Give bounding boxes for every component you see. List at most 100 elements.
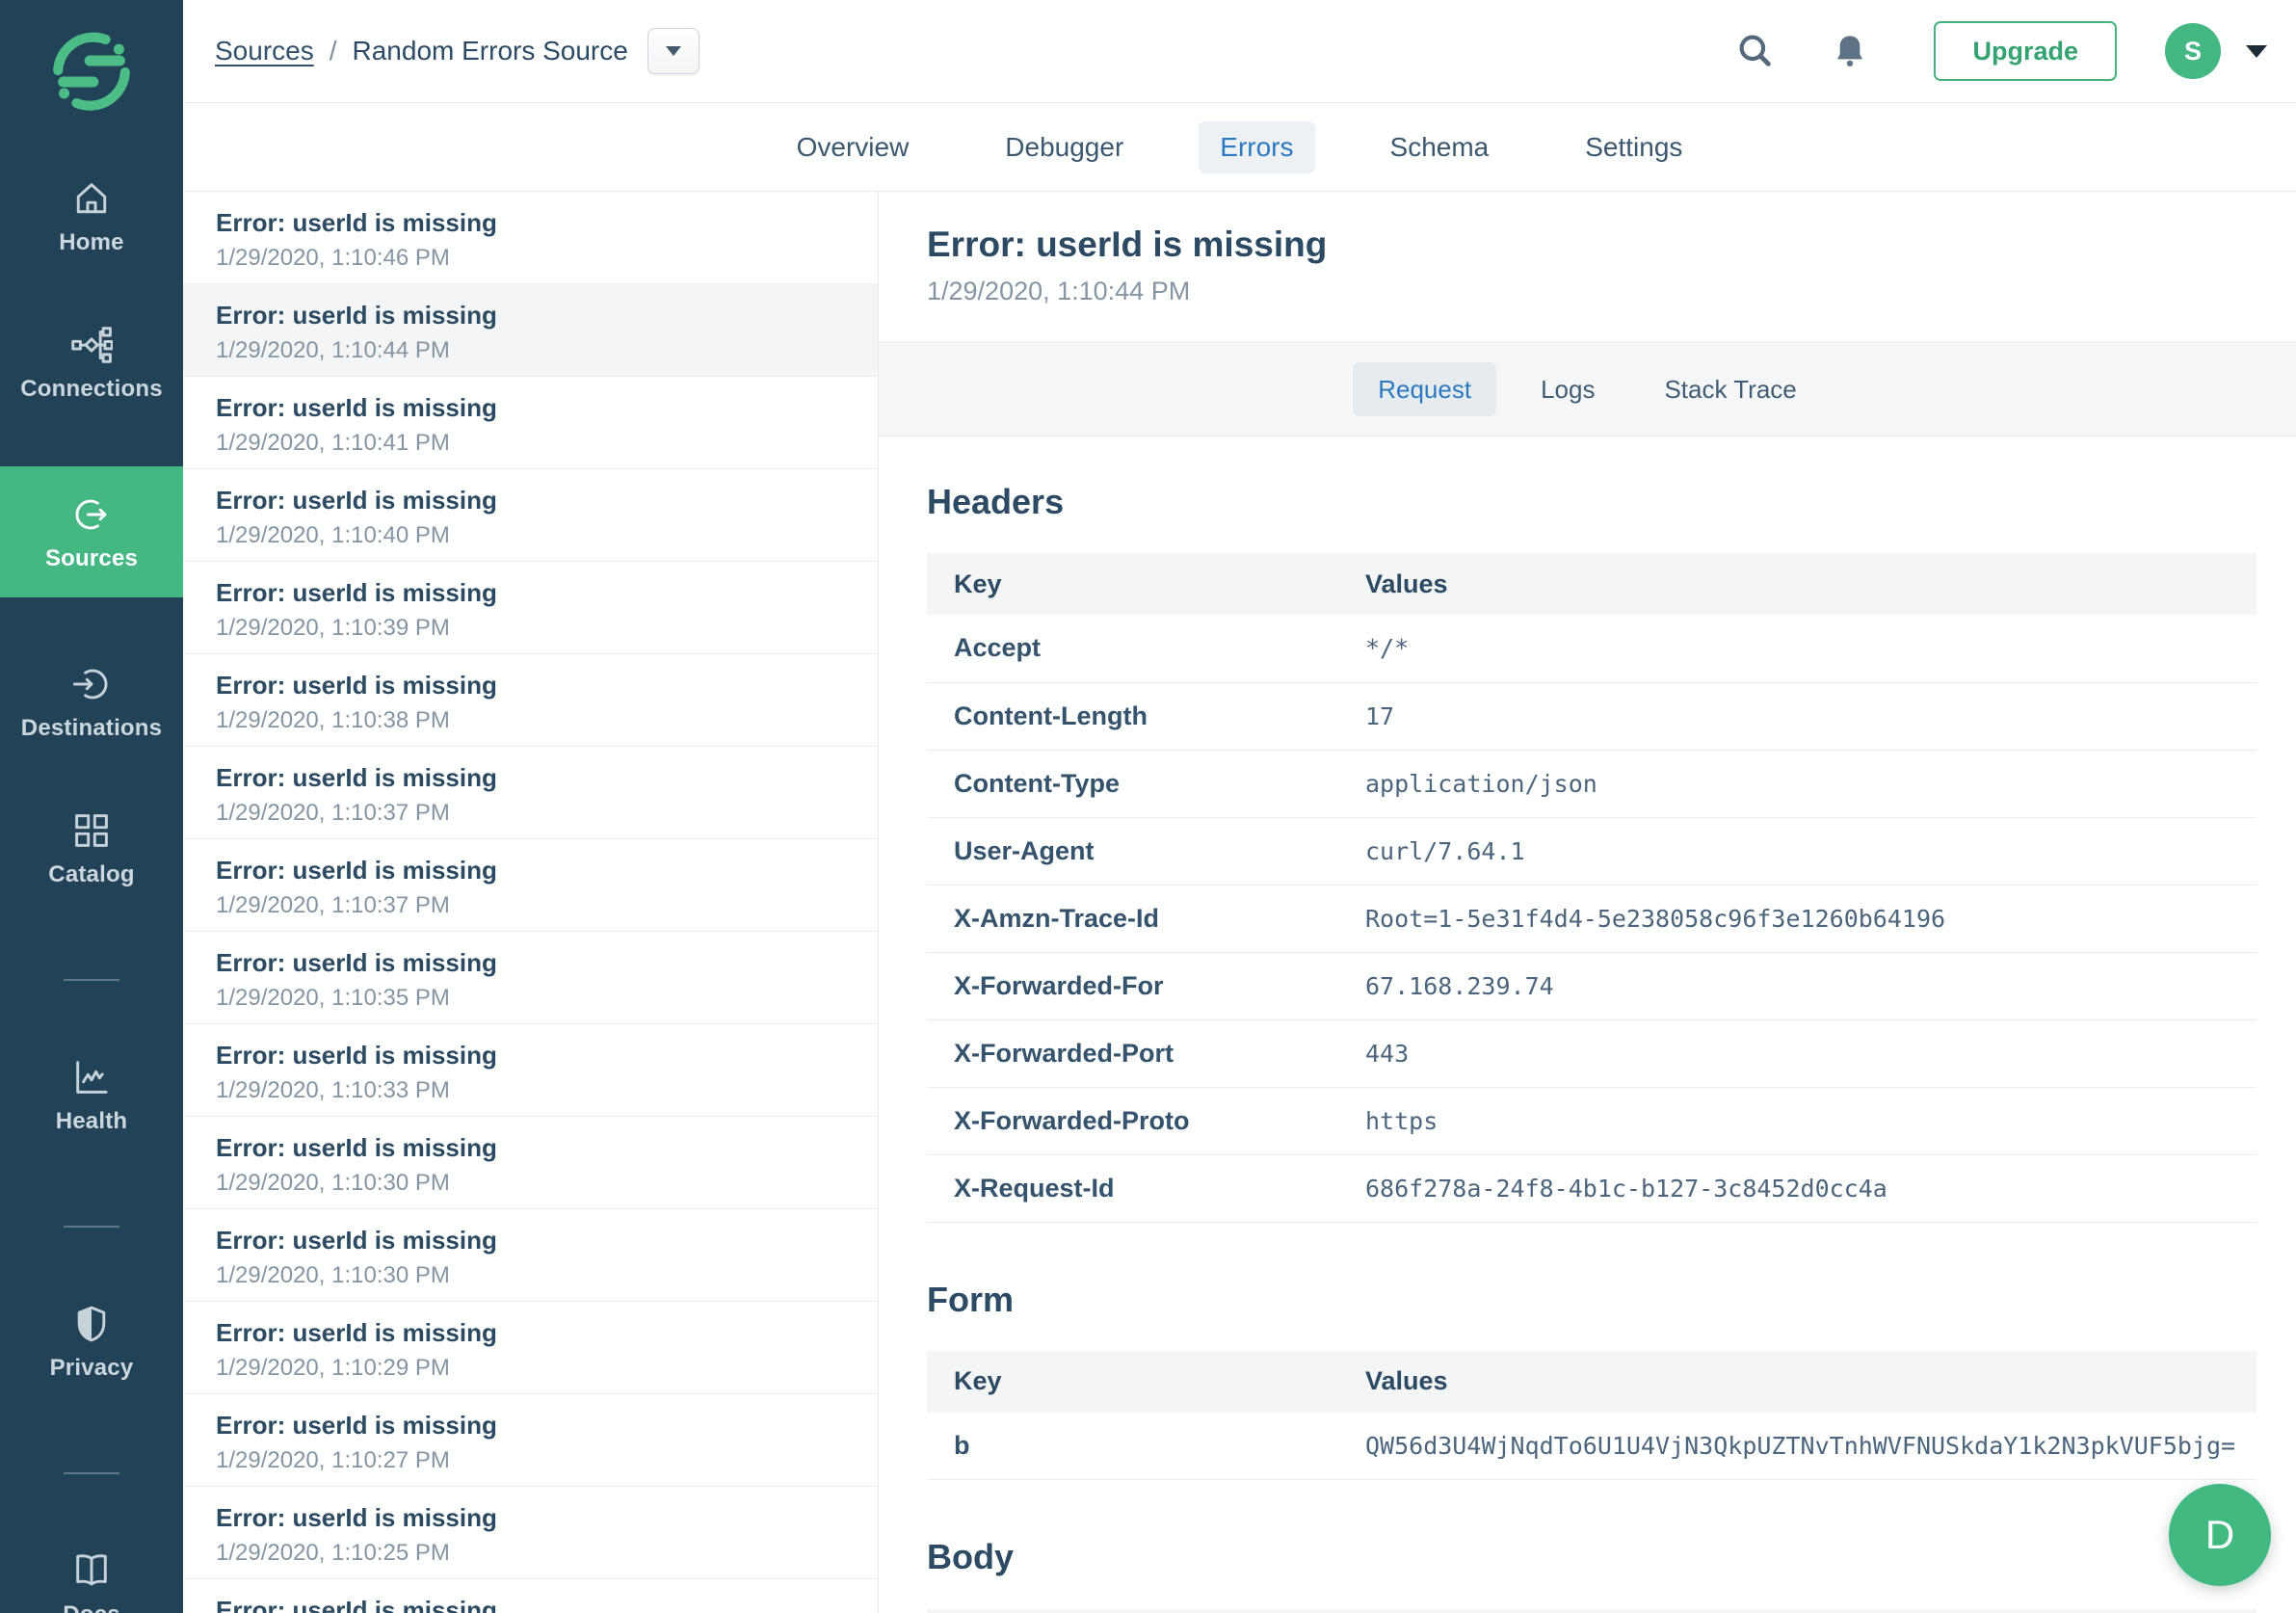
breadcrumb-current-source: Random Errors Source (353, 36, 628, 66)
error-item-title: Error: userId is missing (216, 1411, 858, 1440)
tab-debugger[interactable]: Debugger (984, 121, 1145, 173)
error-item-timestamp: 1/29/2020, 1:10:44 PM (216, 337, 858, 364)
error-list-item[interactable]: Error: userId is missing 1/29/2020, 1:10:… (183, 1394, 878, 1487)
source-switcher-dropdown-button[interactable] (647, 28, 699, 74)
breadcrumb-sources-link[interactable]: Sources (215, 36, 314, 66)
tab-settings[interactable]: Settings (1564, 121, 1703, 173)
error-item-timestamp: 1/29/2020, 1:10:30 PM (216, 1262, 858, 1289)
error-list-item[interactable]: Error: userId is missing 1/29/2020, 1:10:… (183, 1117, 878, 1209)
error-list-item[interactable]: Error: userId is missing1/29/2020, 1:10:… (183, 1302, 878, 1394)
table-row: User-Agentcurl/7.64.1 (927, 817, 2256, 885)
sidebar-item-home[interactable]: Home (0, 173, 183, 258)
search-button[interactable] (1735, 31, 1776, 71)
notifications-button[interactable] (1830, 31, 1870, 71)
row-value: curl/7.64.1 (1338, 817, 2256, 885)
error-list-item[interactable]: Error: userId is missing (183, 1579, 878, 1613)
docs-icon (70, 1549, 113, 1592)
error-item-title: Error: userId is missing (216, 393, 858, 422)
sources-icon (70, 493, 113, 536)
error-list-item[interactable]: Error: userId is missing1/29/2020, 1:10:… (183, 284, 878, 377)
row-value: application/json (1338, 750, 2256, 817)
row-key: User-Agent (927, 817, 1338, 885)
row-value: QW56d3U4WjNqdTo6U1U4VjN3QkpUZTNvTnhWVFNU… (1338, 1413, 2256, 1480)
error-item-title: Error: userId is missing (216, 763, 858, 792)
tab-schema[interactable]: Schema (1369, 121, 1511, 173)
main-area: Sources / Random Errors Source (183, 0, 2296, 1613)
search-icon (1735, 31, 1776, 71)
error-item-timestamp: 1/29/2020, 1:10:46 PM (216, 245, 858, 272)
sidebar-item-destinations[interactable]: Destinations (0, 659, 183, 744)
row-key: Content-Type (927, 750, 1338, 817)
error-list-item[interactable]: Error: userId is missing1/29/2020, 1:10:… (183, 1024, 878, 1117)
table-row: X-Amzn-Trace-IdRoot=1-5e31f4d4-5e238058c… (927, 885, 2256, 952)
tab-overview[interactable]: Overview (776, 121, 931, 173)
table-row: X-Forwarded-Port443 (927, 1019, 2256, 1087)
error-item-timestamp: 1/29/2020, 1:10:39 PM (216, 615, 858, 642)
column-header: Values (1338, 1351, 2256, 1413)
health-icon (70, 1056, 113, 1098)
error-item-title: Error: userId is missing (216, 1318, 858, 1347)
upgrade-button[interactable]: Upgrade (1934, 21, 2117, 81)
error-list-item[interactable]: Error: userId is missing1/29/2020, 1:10:… (183, 192, 878, 284)
sidebar-item-connections[interactable]: Connections (0, 320, 183, 405)
section-heading: Headers (927, 481, 2256, 522)
column-header: Key (927, 553, 1338, 615)
error-item-title: Error: userId is missing (216, 1133, 858, 1162)
sidebar-item-label: Destinations (21, 715, 162, 742)
app-window: Home Connections Sources Destinations Catalo… (0, 0, 2296, 1613)
error-list-item[interactable]: Error: userId is missing1/29/2020, 1:10:… (183, 932, 878, 1024)
logo-bar-top (85, 56, 125, 66)
sidebar-item-catalog[interactable]: Catalog (0, 806, 183, 890)
column-header: Values (1338, 553, 2256, 615)
row-key: Accept (927, 615, 1338, 682)
sidebar-item-docs[interactable]: Docs (0, 1546, 183, 1613)
error-list-item[interactable]: Error: userId is missing1/29/2020, 1:10:… (183, 469, 878, 562)
chat-widget-button[interactable]: D (2169, 1484, 2271, 1586)
section-heading: Form (927, 1279, 2256, 1320)
sidebar-item-label: Docs (63, 1601, 120, 1613)
error-list-item[interactable]: Error: userId is missing1/29/2020, 1:10:… (183, 1487, 878, 1579)
error-list-item[interactable]: Error: userId is missing 1/29/2020, 1:10:… (183, 839, 878, 932)
table-row: X-Forwarded-Protohttps (927, 1087, 2256, 1154)
connections-icon (70, 324, 113, 366)
error-list-item[interactable]: Error: userId is missing1/29/2020, 1:10:… (183, 654, 878, 747)
error-item-timestamp: 1/29/2020, 1:10:25 PM (216, 1540, 858, 1567)
section-form: FormKeyValuesbQW56d3U4WjNqdTo6U1U4VjN3Qk… (927, 1279, 2256, 1481)
error-item-timestamp: 1/29/2020, 1:10:27 PM (216, 1447, 858, 1474)
logo-bar-bottom (58, 77, 98, 88)
error-item-title: Error: userId is missing (216, 1041, 858, 1070)
error-item-timestamp: 1/29/2020, 1:10:37 PM (216, 892, 858, 919)
row-key: X-Forwarded-For (927, 952, 1338, 1019)
row-value: 686f278a-24f8-4b1c-b127-3c8452d0cc4a (1338, 1154, 2256, 1222)
subtab-stack-trace[interactable]: Stack Trace (1639, 362, 1821, 416)
subtab-logs[interactable]: Logs (1516, 362, 1620, 416)
row-key: Content-Length (927, 682, 1338, 750)
sidebar-item-label: Home (59, 229, 123, 256)
error-list-item[interactable]: Error: userId is missing1/29/2020, 1:10:… (183, 562, 878, 654)
sidebar: Home Connections Sources Destinations Catalo… (0, 0, 183, 1613)
row-value: 17 (1338, 682, 2256, 750)
error-list-item[interactable]: Error: userId is missing1/29/2020, 1:10:… (183, 747, 878, 839)
error-item-title: Error: userId is missing (216, 948, 858, 977)
row-key: X-Request-Id (927, 1154, 1338, 1222)
table-row: bQW56d3U4WjNqdTo6U1U4VjN3QkpUZTNvTnhWVFN… (927, 1413, 2256, 1480)
subtab-request[interactable]: Request (1353, 362, 1496, 416)
row-key: b (927, 1413, 1338, 1480)
sidebar-item-health[interactable]: Health (0, 1052, 183, 1137)
error-item-title: Error: userId is missing (216, 856, 858, 885)
segment-logo[interactable] (49, 25, 134, 118)
table-row: X-Request-Id686f278a-24f8-4b1c-b127-3c84… (927, 1154, 2256, 1222)
sidebar-item-sources[interactable]: Sources (0, 466, 183, 597)
avatar[interactable]: S (2165, 23, 2221, 79)
error-list-item[interactable]: Error: userId is missing1/29/2020, 1:10:… (183, 1209, 878, 1302)
error-item-timestamp: 1/29/2020, 1:10:30 PM (216, 1170, 858, 1197)
table-row: X-Forwarded-For67.168.239.74 (927, 952, 2256, 1019)
table-row: Accept*/* (927, 615, 2256, 682)
error-list-item[interactable]: Error: userId is missing1/29/2020, 1:10:… (183, 377, 878, 469)
sidebar-item-privacy[interactable]: Privacy (0, 1299, 183, 1384)
tab-errors[interactable]: Errors (1199, 121, 1314, 173)
sidebar-divider (64, 979, 119, 981)
account-menu-caret-icon[interactable] (2246, 45, 2267, 58)
row-key: X-Amzn-Trace-Id (927, 885, 1338, 952)
error-detail-title: Error: userId is missing (927, 225, 2296, 266)
